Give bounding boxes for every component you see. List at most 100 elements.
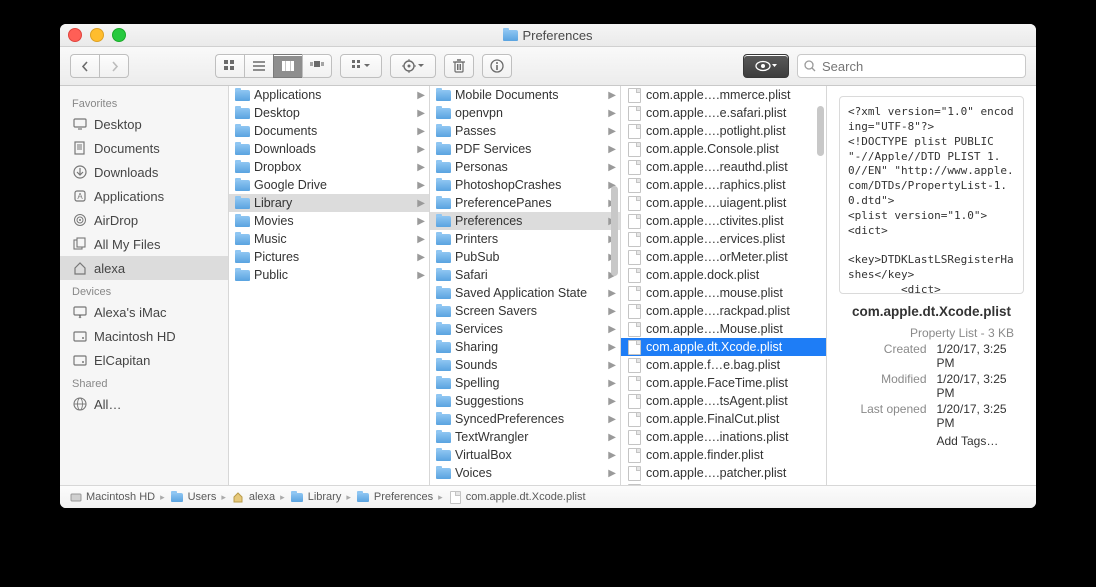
list-item[interactable]: Screen Savers▶ <box>430 302 620 320</box>
sidebar-item-airdrop[interactable]: AirDrop <box>60 208 228 232</box>
list-item[interactable]: com.apple.FinalCut.plist <box>621 410 826 428</box>
list-item[interactable]: Library▶ <box>229 194 429 212</box>
list-item[interactable]: Voices▶ <box>430 464 620 482</box>
list-item[interactable]: com.apple….ctivites.plist <box>621 212 826 230</box>
folder-icon <box>235 108 250 119</box>
list-item[interactable]: Preferences▶ <box>430 212 620 230</box>
list-item[interactable]: com.apple….raphics.plist <box>621 176 826 194</box>
list-item[interactable]: com.apple….mouse.plist <box>621 284 826 302</box>
action-menu[interactable] <box>390 54 436 78</box>
forward-button[interactable] <box>99 54 129 78</box>
list-item[interactable]: VirtualBox▶ <box>430 446 620 464</box>
list-item[interactable]: Personas▶ <box>430 158 620 176</box>
sidebar-item-documents[interactable]: Documents <box>60 136 228 160</box>
path-segment[interactable]: Macintosh HD <box>68 491 155 503</box>
list-item[interactable]: Safari▶ <box>430 266 620 284</box>
arrange-menu[interactable] <box>340 54 382 78</box>
path-segment[interactable]: Library <box>290 491 342 503</box>
sidebar-item-all-my-files[interactable]: All My Files <box>60 232 228 256</box>
list-item[interactable]: Downloads▶ <box>229 140 429 158</box>
list-item[interactable]: com.apple.f…e.bag.plist <box>621 356 826 374</box>
list-item[interactable]: com.apple….ervices.plist <box>621 230 826 248</box>
folder-icon <box>436 396 451 407</box>
add-tags-button[interactable]: Add Tags… <box>937 434 1025 448</box>
zoom-button[interactable] <box>112 28 126 42</box>
list-item[interactable]: PDF Services▶ <box>430 140 620 158</box>
column-home[interactable]: Applications▶Desktop▶Documents▶Downloads… <box>229 86 430 485</box>
folder-icon <box>235 198 250 209</box>
view-list-button[interactable] <box>244 54 273 78</box>
list-item[interactable]: com.apple….reauthd.plist <box>621 158 826 176</box>
list-item[interactable]: com.apple.finder.plist <box>621 446 826 464</box>
list-item[interactable]: Music▶ <box>229 230 429 248</box>
list-item[interactable]: openvpn▶ <box>430 104 620 122</box>
list-item[interactable]: Printers▶ <box>430 230 620 248</box>
sidebar-item-elcapitan[interactable]: ElCapitan <box>60 348 228 372</box>
list-item[interactable]: com.apple.dock.plist <box>621 266 826 284</box>
list-item[interactable]: com.apple….patcher.plist <box>621 464 826 482</box>
list-item[interactable]: com.apple….Mouse.plist <box>621 320 826 338</box>
path-segment[interactable]: Preferences <box>356 491 433 503</box>
sidebar-item-downloads[interactable]: Downloads <box>60 160 228 184</box>
list-item[interactable]: Sharing▶ <box>430 338 620 356</box>
sidebar-item-desktop[interactable]: Desktop <box>60 112 228 136</box>
list-item[interactable]: PreferencePanes▶ <box>430 194 620 212</box>
path-segment[interactable]: com.apple.dt.Xcode.plist <box>448 491 586 503</box>
trash-button[interactable] <box>444 54 474 78</box>
item-label: com.apple….mouse.plist <box>646 286 822 300</box>
list-item[interactable]: com.apple….potlight.plist <box>621 122 826 140</box>
list-item[interactable]: com.apple….inations.plist <box>621 428 826 446</box>
list-item[interactable]: Pictures▶ <box>229 248 429 266</box>
list-item[interactable]: Movies▶ <box>229 212 429 230</box>
info-button[interactable] <box>482 54 512 78</box>
minimize-button[interactable] <box>90 28 104 42</box>
close-button[interactable] <box>68 28 82 42</box>
list-item[interactable]: com.apple….e.safari.plist <box>621 104 826 122</box>
list-item[interactable]: Documents▶ <box>229 122 429 140</box>
list-item[interactable]: com.apple….tsAgent.plist <box>621 392 826 410</box>
list-item[interactable]: Passes▶ <box>430 122 620 140</box>
list-item[interactable]: Public▶ <box>229 266 429 284</box>
sidebar-item-alexa-s-imac[interactable]: Alexa's iMac <box>60 300 228 324</box>
scrollbar[interactable] <box>611 186 618 276</box>
quicklook-menu[interactable] <box>743 54 789 78</box>
path-segment[interactable]: alexa <box>231 491 275 503</box>
view-icon-button[interactable] <box>215 54 244 78</box>
list-item[interactable]: Mobile Documents▶ <box>430 86 620 104</box>
column-preferences[interactable]: com.apple….mmerce.plistcom.apple….e.safa… <box>621 86 827 485</box>
sidebar-item-macintosh-hd[interactable]: Macintosh HD <box>60 324 228 348</box>
path-segment[interactable]: Users <box>170 491 217 503</box>
sidebar[interactable]: FavoritesDesktopDocumentsDownloadsAAppli… <box>60 86 229 485</box>
list-item[interactable]: Google Drive▶ <box>229 176 429 194</box>
view-column-button[interactable] <box>273 54 302 78</box>
list-item[interactable]: Spelling▶ <box>430 374 620 392</box>
list-item[interactable]: Applications▶ <box>229 86 429 104</box>
list-item[interactable]: com.apple.FaceTime.plist <box>621 374 826 392</box>
list-item[interactable]: com.apple….rackpad.plist <box>621 302 826 320</box>
list-item[interactable]: Saved Application State▶ <box>430 284 620 302</box>
list-item[interactable]: Sounds▶ <box>430 356 620 374</box>
list-item[interactable]: PubSub▶ <box>430 248 620 266</box>
list-item[interactable]: com.apple….uiagent.plist <box>621 194 826 212</box>
list-item[interactable]: com.apple…try.user.plist <box>621 482 826 485</box>
list-item[interactable]: Dropbox▶ <box>229 158 429 176</box>
view-coverflow-button[interactable] <box>302 54 332 78</box>
column-library[interactable]: Mobile Documents▶openvpn▶Passes▶PDF Serv… <box>430 86 621 485</box>
scrollbar[interactable] <box>817 106 824 156</box>
list-item[interactable]: Suggestions▶ <box>430 392 620 410</box>
sidebar-item-applications[interactable]: AApplications <box>60 184 228 208</box>
list-item[interactable]: Services▶ <box>430 320 620 338</box>
list-item[interactable]: SyncedPreferences▶ <box>430 410 620 428</box>
list-item[interactable]: Desktop▶ <box>229 104 429 122</box>
list-item[interactable]: com.apple.Console.plist <box>621 140 826 158</box>
list-item[interactable]: com.apple….mmerce.plist <box>621 86 826 104</box>
list-item[interactable]: TextWrangler▶ <box>430 428 620 446</box>
list-item[interactable]: com.apple.dt.Xcode.plist <box>621 338 826 356</box>
back-button[interactable] <box>70 54 99 78</box>
sidebar-item-all-[interactable]: All… <box>60 392 228 416</box>
list-item[interactable]: com.apple….orMeter.plist <box>621 248 826 266</box>
sidebar-item-alexa[interactable]: alexa <box>60 256 228 280</box>
list-item[interactable]: PhotoshopCrashes▶ <box>430 176 620 194</box>
search-field[interactable] <box>797 54 1026 78</box>
search-input[interactable] <box>820 58 1019 75</box>
